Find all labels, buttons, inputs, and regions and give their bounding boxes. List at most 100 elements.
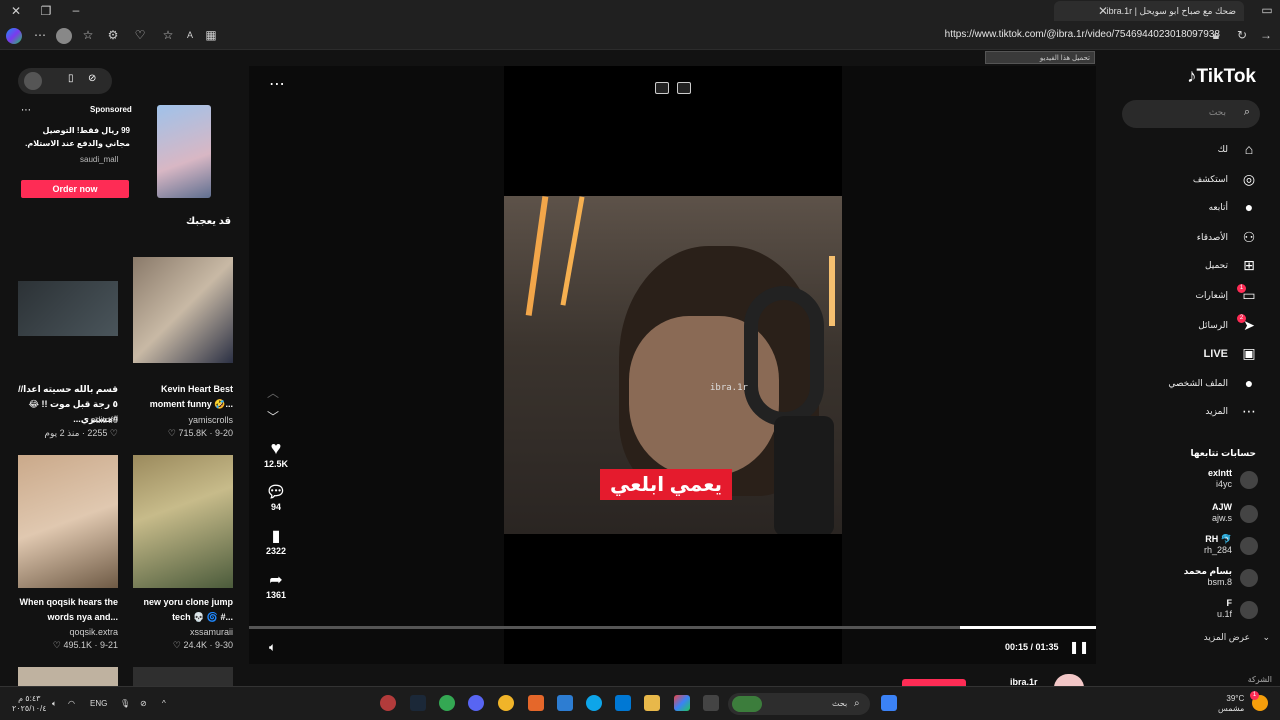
sidebar-item-6[interactable]: ➤ الرسائل 2	[1118, 314, 1258, 338]
speaker-icon[interactable]: 🔈︎	[52, 699, 57, 709]
card-thumbnail[interactable]	[18, 667, 118, 686]
clock[interactable]: ٥:٤٣ م ٢٠٢٥/١٠/٤	[12, 694, 47, 714]
sidebar-item-5[interactable]: ▭ إشعارات 1	[1118, 284, 1258, 308]
extensions-icon[interactable]: ⚙	[105, 28, 121, 44]
following-item[interactable]: Fu.1f	[1148, 598, 1258, 628]
following-item[interactable]: exlntt i4yc	[1148, 468, 1258, 498]
app-icon-6[interactable]	[703, 695, 719, 711]
sidebar-item-3[interactable]: ⚇ الأصدقاء	[1118, 228, 1258, 250]
previous-video-icon[interactable]: ︿	[267, 384, 279, 401]
profile-icon[interactable]	[56, 28, 72, 44]
more-options-icon[interactable]: ⋯	[269, 74, 285, 94]
collections-icon[interactable]: ☆	[80, 28, 96, 44]
company-link[interactable]: الشركة	[1248, 675, 1272, 684]
card-title[interactable]: When qoqsik hears the words nya and...	[18, 595, 118, 625]
order-now-button[interactable]: Order now	[21, 180, 129, 198]
steam-icon[interactable]	[410, 695, 426, 711]
tray-chevron-icon[interactable]: ^	[162, 699, 166, 708]
save-button[interactable]: ▮ 2322	[249, 526, 303, 556]
device-icon[interactable]: ▯	[68, 73, 74, 84]
favorite-star-icon[interactable]: ☆	[160, 28, 176, 44]
app-icon-2[interactable]	[498, 695, 514, 711]
read-aloud-icon[interactable]: A	[182, 28, 198, 44]
following-name: بسام محمد	[1183, 566, 1232, 576]
card-thumbnail[interactable]	[18, 455, 118, 588]
sidebar-item-9[interactable]: ⋯ المزيد	[1118, 402, 1258, 424]
tiktok-logo[interactable]: ♪TikTok	[1187, 66, 1256, 88]
coin-icon[interactable]: ⊘	[88, 73, 96, 84]
card-thumbnail[interactable]	[133, 257, 233, 363]
wifi-icon[interactable]: ◠	[68, 699, 75, 708]
card-thumbnail[interactable]	[133, 455, 233, 588]
store-icon[interactable]	[615, 695, 631, 711]
sidebar-item-1[interactable]: ◎ استكشف	[1118, 170, 1258, 192]
card-thumbnail[interactable]	[18, 281, 118, 336]
sidebar-item-0[interactable]: ⌂ لك	[1118, 140, 1258, 162]
card-title[interactable]: Kevin Heart Best moment funny 🤣...	[133, 382, 233, 412]
mini-player-icon[interactable]	[677, 82, 691, 94]
author-avatar[interactable]	[1054, 674, 1084, 686]
app-icon-1[interactable]	[380, 695, 396, 711]
volume-icon[interactable]: 🔈︎	[269, 640, 276, 655]
sidebar-item-2[interactable]: ● أتابعه	[1118, 198, 1258, 220]
progress-track[interactable]	[249, 626, 1096, 629]
refresh-icon[interactable]: ↻	[1234, 28, 1250, 44]
active-tab[interactable]: ضحك مع صباح ابو سويحل | ibra.1r	[1054, 1, 1244, 21]
card-user[interactable]: xssamuraii	[133, 627, 233, 637]
card-user[interactable]: qoqsik.extra	[18, 627, 118, 637]
author-name[interactable]: ibra.1r	[1010, 677, 1038, 686]
taskbar-search[interactable]: بحث ⌕	[728, 693, 870, 715]
video-frame[interactable]: ibra.1r يعمي ابلعي	[504, 196, 842, 534]
menu-dots-icon[interactable]: ⋯	[32, 28, 48, 44]
upload-icon: ⊞	[1243, 257, 1255, 273]
split-screen-icon[interactable]: ▦	[203, 28, 219, 44]
url-text[interactable]: https://www.tiktok.com/@ibra.1r/video/75…	[945, 29, 1220, 40]
following-item[interactable]: AJW ajw.s	[1148, 502, 1258, 532]
share-button[interactable]: ➦ 1361	[249, 570, 303, 600]
search-input[interactable]: بحث ⌕	[1122, 100, 1260, 128]
see-more-link[interactable]: عرض المزيد ⌄	[1204, 632, 1270, 643]
minimize-window-icon[interactable]: –	[68, 3, 84, 19]
back-arrow-icon[interactable]: →	[1258, 28, 1274, 44]
weather-widget[interactable]: 39°C مشمس	[1218, 694, 1244, 714]
chrome-icon[interactable]	[439, 695, 455, 711]
follow-button[interactable]	[902, 679, 966, 686]
app-icon-4[interactable]	[557, 695, 573, 711]
card-user[interactable]: editrtf0	[18, 415, 118, 425]
ad-options-icon[interactable]: ⋯	[21, 105, 31, 116]
windows-start-icon[interactable]	[881, 695, 897, 711]
card-title[interactable]: new yoru clone jump tech 💀 🌀 #...	[133, 595, 233, 625]
pause-icon[interactable]: ❚❚	[1069, 640, 1089, 654]
file-explorer-icon[interactable]	[644, 695, 660, 711]
following-item[interactable]: بسام محمد bsm.8	[1148, 566, 1258, 596]
lock-icon[interactable]: 🔒︎	[1208, 28, 1224, 44]
sidebar-item-4[interactable]: ⊞ تحميل	[1118, 256, 1258, 278]
location-icon[interactable]: ⊘	[140, 699, 147, 708]
ad-image[interactable]	[157, 105, 211, 198]
download-video-bar[interactable]: تحميل هذا الفيديو	[985, 51, 1095, 64]
user-avatar[interactable]	[24, 72, 42, 90]
comment-button[interactable]: 💬︎ 94	[249, 482, 303, 512]
video-player[interactable]: ⋯ ibra.1r يعمي ابلعي ︿ ﹀ ♥ 12.5K 💬︎ 94 ▮…	[249, 66, 1096, 664]
language-indicator[interactable]: ENG	[90, 699, 107, 708]
close-window-icon[interactable]: ✕	[8, 4, 24, 20]
app-icon-5[interactable]	[674, 695, 690, 711]
tab-actions-icon[interactable]: ▭	[1259, 3, 1275, 19]
card-thumbnail[interactable]	[133, 667, 233, 686]
mic-icon[interactable]: 🎙︎	[120, 699, 130, 708]
copilot-icon[interactable]	[6, 28, 22, 44]
sidebar-item-8[interactable]: ● الملف الشخصي	[1118, 374, 1258, 396]
card-meta: ♡ 24.4K · 9-30	[172, 640, 233, 650]
pip-icon[interactable]	[655, 82, 669, 94]
like-button[interactable]: ♥ 12.5K	[249, 438, 303, 469]
edge-icon[interactable]	[586, 695, 602, 711]
restore-window-icon[interactable]: ❐	[38, 4, 54, 20]
next-video-icon[interactable]: ﹀	[267, 408, 279, 425]
sidebar-item-7[interactable]: ▣ LIVE	[1118, 344, 1258, 366]
browser-essentials-icon[interactable]: ♡	[132, 28, 148, 44]
discord-icon[interactable]	[468, 695, 484, 711]
following-item[interactable]: RH 🐬 rh_284	[1148, 534, 1258, 564]
close-tab-icon[interactable]: ✕	[1095, 4, 1111, 20]
card-user[interactable]: yamiscrolls	[133, 415, 233, 425]
app-icon-3[interactable]	[528, 695, 544, 711]
